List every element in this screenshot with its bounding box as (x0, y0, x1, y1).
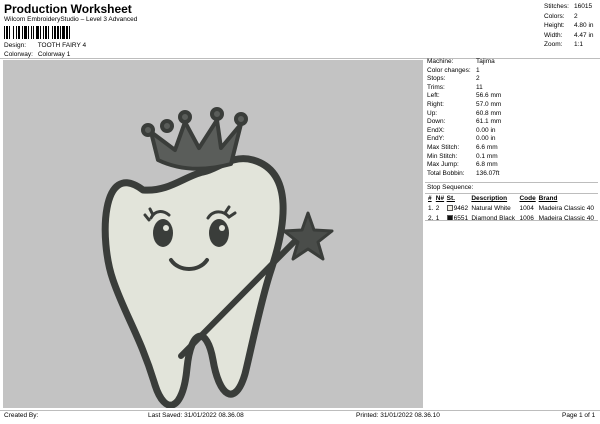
color-swatch (446, 204, 453, 211)
prop-total-bobbin: Total Bobbin: 136.07ft (427, 169, 500, 177)
wand-star-icon (282, 211, 334, 261)
footer-last-saved: Last Saved: 31/01/2022 08.36.08 (148, 412, 244, 419)
prop-endy: EndY: 0.00 in (427, 135, 496, 143)
col-st: St. (446, 195, 455, 202)
design-label: Design: (4, 42, 27, 49)
summary-width: Width: 4.47 in (544, 31, 594, 39)
prop-down: Down: 61.1 mm (427, 118, 502, 126)
prop-max-stitch: Max Stitch: 6.6 mm (427, 143, 498, 151)
design-value: TOOTH FAIRY 4 (37, 42, 87, 49)
prop-stops: Stops: 2 (427, 75, 480, 83)
col-code: Code (519, 195, 536, 202)
page-title: Production Worksheet (4, 2, 132, 16)
table-row: 1. 2 9462 Natural White 1004 Madeira Cla… (428, 204, 594, 212)
summary-colors: Colors: 2 (544, 12, 578, 20)
colorway-label: Colorway: (4, 51, 33, 58)
col-num: # (428, 195, 432, 202)
stop-sequence-table: # N# St. Description Code Brand 1. 2 946… (427, 194, 598, 223)
footer-printed: Printed: 31/01/2022 08.36.10 (356, 412, 440, 419)
tooth-fairy-embroidery (101, 107, 334, 408)
design-preview (3, 60, 423, 408)
col-n: N# (435, 195, 445, 202)
prop-endx: EndX: 0.00 in (427, 126, 496, 134)
summary-height: Height: 4.80 in (544, 22, 594, 30)
footer-divider (0, 410, 600, 411)
col-description: Description (471, 195, 508, 202)
barcode (4, 26, 70, 39)
footer-created-by: Created By: (4, 412, 39, 419)
crown-icon (141, 107, 248, 171)
summary-zoom: Zoom: 1:1 (544, 41, 584, 49)
colorway-row: Colorway: Colorway 1 (4, 51, 70, 58)
stop-sequence-title: Stop Sequence: (427, 184, 474, 191)
design-row: Design: TOOTH FAIRY 4 (4, 42, 86, 49)
prop-left: Left: 56.6 mm (427, 92, 502, 100)
col-brand: Brand (538, 195, 558, 202)
colorway-value: Colorway 1 (37, 51, 71, 58)
table-header-row: # N# St. Description Code Brand (427, 194, 598, 203)
properties-panel: Machine: Tajima Color changes: 1 Stops: 2 T… (427, 58, 597, 178)
footer-page: Page 1 of 1 (562, 412, 596, 419)
prop-min-stitch: Min Stitch: 0.1 mm (427, 152, 498, 160)
software-subtitle: Wilcom EmbroideryStudio – Level 3 Advanc… (4, 16, 138, 23)
prop-trims: Trims: 11 (427, 83, 483, 91)
prop-right: Right: 57.0 mm (427, 100, 502, 108)
prop-max-jump: Max Jump: 6.8 mm (427, 161, 498, 169)
summary-panel: Stitches: 16015 Colors: 2 Height: 4.80 in W… (544, 2, 594, 50)
prop-up: Up: 60.8 mm (427, 109, 502, 117)
seq-divider-3 (425, 220, 598, 221)
prop-color-changes: Color changes: 1 (427, 66, 480, 74)
table-row: 2. 1 6551 Diamond Black 1006 Madeira Cla… (428, 214, 594, 222)
prop-machine: Machine: Tajima (427, 58, 495, 65)
seq-divider (425, 182, 598, 183)
summary-stitches: Stitches: 16015 (544, 3, 593, 10)
